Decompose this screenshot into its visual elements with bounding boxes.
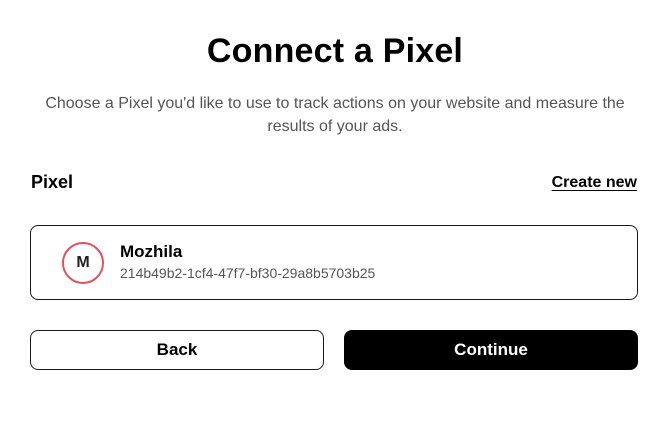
connect-pixel-dialog: Connect a Pixel Choose a Pixel you'd lik…	[0, 0, 670, 422]
back-button[interactable]: Back	[30, 330, 324, 370]
avatar: M	[62, 241, 104, 284]
pixel-id: 214b49b2-1cf4-47f7-bf30-29a8b5703b25	[120, 265, 376, 281]
pixel-name: Mozhila	[120, 242, 183, 261]
pixel-info: Mozhila 214b49b2-1cf4-47f7-bf30-29a8b570…	[120, 242, 375, 283]
page-subtitle: Choose a Pixel you'd like to use to trac…	[45, 95, 625, 135]
page-title: Connect a Pixel	[206, 32, 464, 70]
pixel-option-card[interactable]: M Mozhila 214b49b2-1cf4-47f7-bf30-29a8b5…	[30, 225, 638, 300]
pixel-section-label: Pixel	[31, 172, 74, 192]
continue-button[interactable]: Continue	[344, 330, 638, 370]
create-new-link[interactable]: Create new	[552, 174, 637, 192]
